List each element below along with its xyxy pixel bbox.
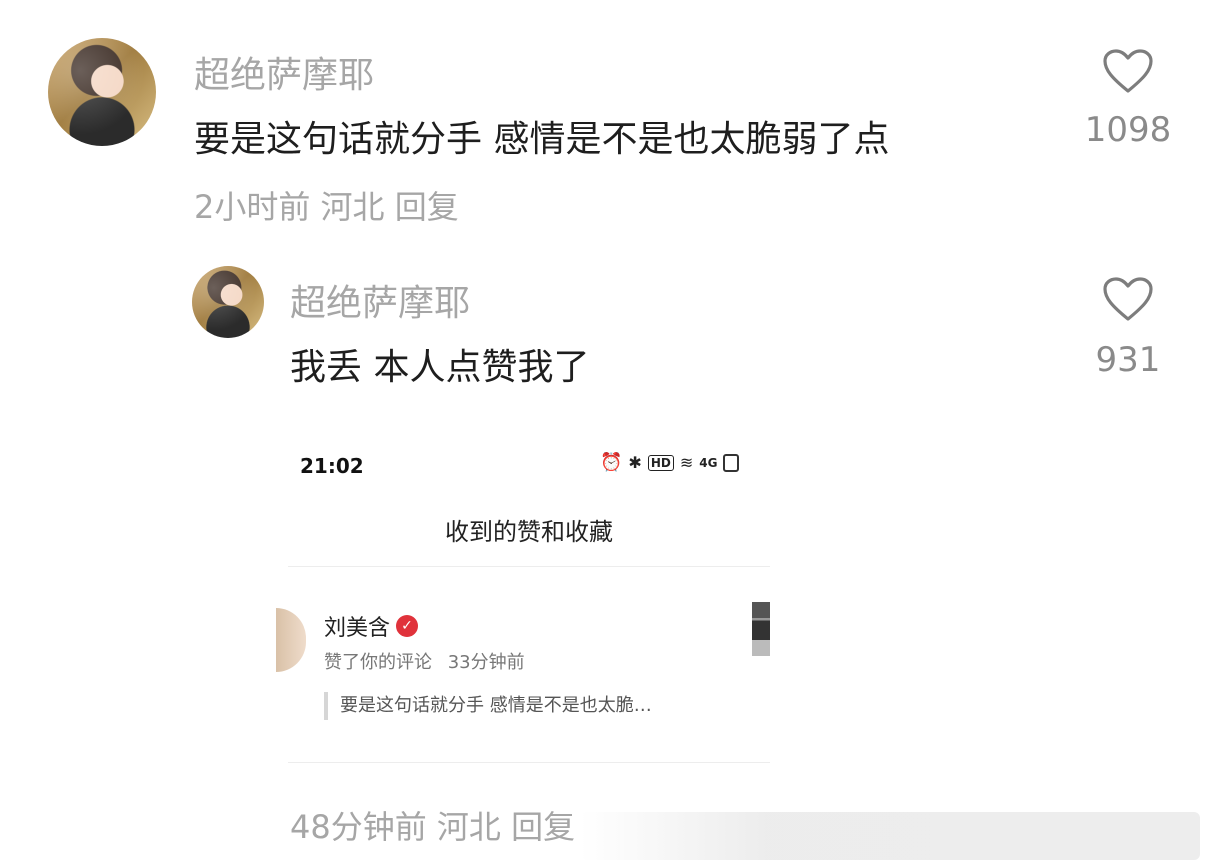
notification-time: 33分钟前 (447, 652, 525, 673)
notification-action: 赞了你的评论 33分钟前 (324, 648, 525, 674)
comment-username[interactable]: 超绝萨摩耶 (290, 274, 470, 326)
quoted-comment: 要是这句话就分手 感情是不是也太脆… (324, 692, 652, 720)
comment-text: 我丢 本人点赞我了 (290, 347, 590, 388)
alarm-icon: ⏰ (600, 452, 623, 473)
network-icon: 4G (699, 455, 718, 470)
hd-icon: HD (647, 454, 674, 471)
heart-icon[interactable] (1102, 276, 1154, 322)
divider (288, 566, 770, 567)
page-title: 收到的赞和收藏 (445, 518, 613, 546)
notification-user: 刘美含 ✓ (324, 610, 419, 642)
attached-screenshot[interactable]: 21:02 ⏰ ✱ HD ≋ 4G 收到的赞和收藏 刘美含 ✓ 赞了你的评论 3… (276, 440, 770, 765)
thumbnail (752, 602, 770, 656)
notification-action-text: 赞了你的评论 (324, 652, 432, 673)
like-count: 1098 (1084, 110, 1172, 150)
avatar (276, 608, 306, 672)
comment-text: 要是这句话就分手 感情是不是也太脆弱了点 (194, 119, 890, 160)
status-time: 21:02 (300, 454, 364, 478)
wifi-icon: ≋ (679, 453, 694, 472)
verified-icon: ✓ (396, 615, 419, 637)
avatar[interactable] (192, 266, 264, 338)
notification-user-name: 刘美含 (324, 616, 391, 641)
battery-icon (723, 453, 740, 472)
comment-meta: 48分钟前 河北 回复 (290, 808, 576, 846)
divider (288, 762, 770, 763)
heart-icon[interactable] (1102, 48, 1154, 94)
comment-username[interactable]: 超绝萨摩耶 (194, 46, 374, 98)
comment-meta: 2小时前 河北 回复 (194, 188, 459, 226)
bluetooth-icon: ✱ (628, 453, 642, 472)
avatar[interactable] (48, 38, 156, 146)
status-bar-icons: ⏰ ✱ HD ≋ 4G (600, 452, 740, 473)
watermark (580, 812, 1200, 860)
like-count: 931 (1095, 340, 1161, 380)
